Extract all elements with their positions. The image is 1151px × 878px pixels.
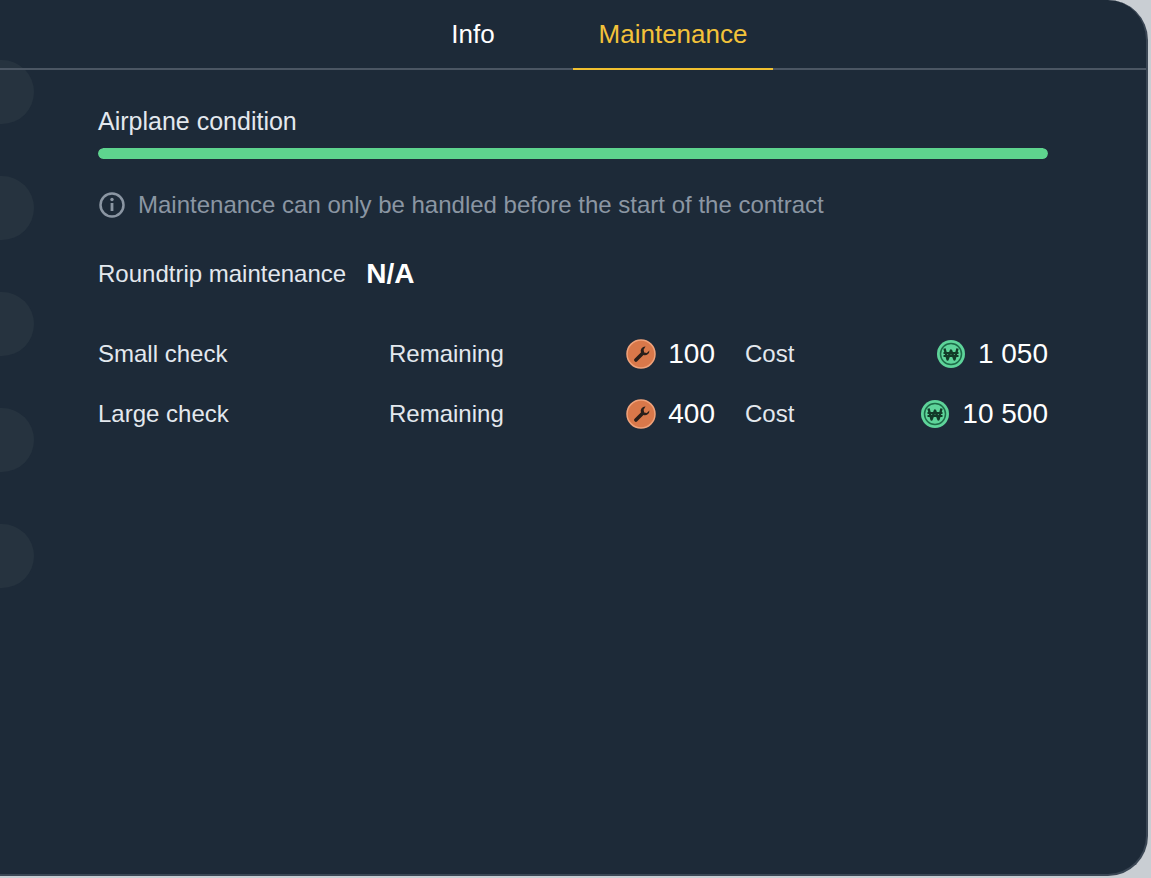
- tab-label: Maintenance: [599, 15, 748, 54]
- cost-number: 10 500: [962, 393, 1048, 435]
- tab-label: Info: [451, 15, 494, 54]
- roundtrip-value: N/A: [366, 253, 414, 295]
- roundtrip-row: Roundtrip maintenance N/A: [98, 253, 1048, 295]
- notice-text: Maintenance can only be handled before t…: [138, 187, 824, 223]
- cost-label: Cost: [715, 336, 920, 372]
- tab[interactable]: Info: [373, 0, 573, 70]
- cost-value: 10 500: [920, 393, 1048, 435]
- remaining-label: Remaining: [389, 396, 589, 432]
- notice: Maintenance can only be handled before t…: [98, 187, 1048, 223]
- tab-bar: Info Maintenance: [0, 0, 1146, 70]
- wrench-icon: [626, 399, 656, 429]
- remaining-value: 100: [589, 333, 715, 375]
- sidebar-button[interactable]: [0, 292, 34, 356]
- info-icon: [98, 191, 126, 219]
- sidebar-button[interactable]: [0, 176, 34, 240]
- currency-icon: [936, 339, 966, 369]
- condition-bar: [98, 148, 1048, 159]
- content: Airplane condition Maintenance can only b…: [0, 70, 1146, 435]
- condition-label: Airplane condition: [98, 106, 1048, 136]
- sidebar-button[interactable]: [0, 524, 34, 588]
- cost-value: 1 050: [920, 333, 1048, 375]
- condition-fill: [98, 148, 1048, 159]
- check-name: Large check: [98, 396, 389, 432]
- tab[interactable]: Maintenance: [573, 0, 773, 70]
- remaining-label: Remaining: [389, 336, 589, 372]
- cost-label: Cost: [715, 396, 920, 432]
- checks-table: Small checkRemaining 100Cost 1 050 Large ch…: [98, 333, 1048, 435]
- check-name: Small check: [98, 336, 389, 372]
- roundtrip-label: Roundtrip maintenance: [98, 256, 346, 292]
- sidebar-button[interactable]: [0, 408, 34, 472]
- currency-icon: [920, 399, 950, 429]
- wrench-icon: [626, 339, 656, 369]
- remaining-number: 100: [668, 333, 715, 375]
- cost-number: 1 050: [978, 333, 1048, 375]
- remaining-value: 400: [589, 393, 715, 435]
- remaining-number: 400: [668, 393, 715, 435]
- maintenance-panel: Info Maintenance Airplane condition Mainte…: [0, 0, 1148, 876]
- sidebar: [0, 60, 34, 588]
